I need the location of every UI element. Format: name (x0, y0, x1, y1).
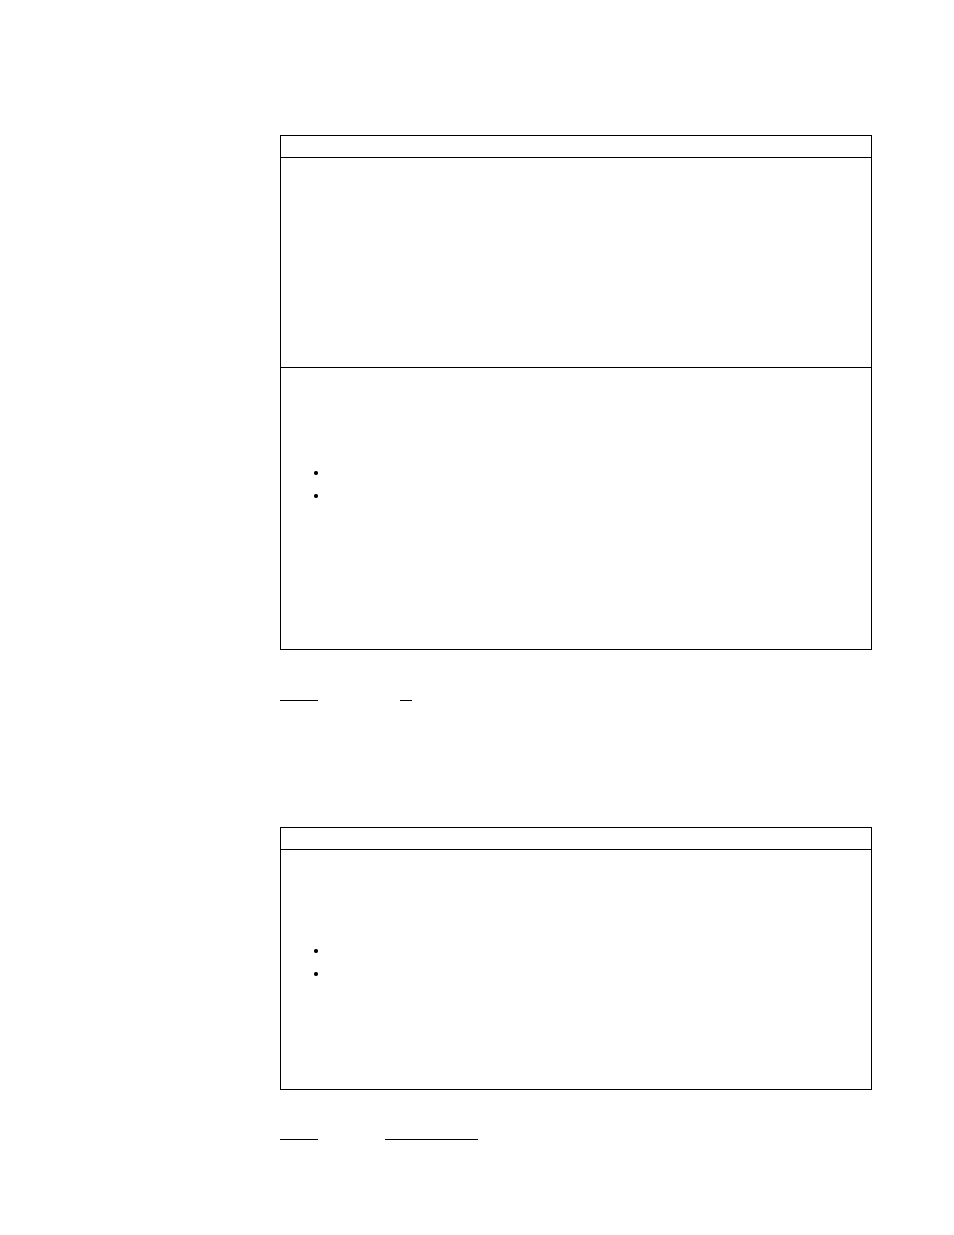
top-table-row-divider-1 (280, 157, 872, 158)
underline-segment-4 (385, 1139, 478, 1140)
top-table-frame (280, 135, 872, 650)
bottom-table-frame (280, 827, 872, 1090)
underline-segment-3 (280, 1139, 318, 1140)
underline-segment-2 (400, 700, 412, 701)
document-page (0, 0, 954, 1235)
top-table-row-divider-2 (280, 367, 872, 368)
dot-icon (314, 949, 318, 953)
dot-icon (314, 494, 318, 498)
dot-icon (314, 471, 318, 475)
bottom-table-row-divider-1 (280, 849, 872, 850)
underline-segment-1 (280, 700, 318, 701)
dot-icon (314, 972, 318, 976)
